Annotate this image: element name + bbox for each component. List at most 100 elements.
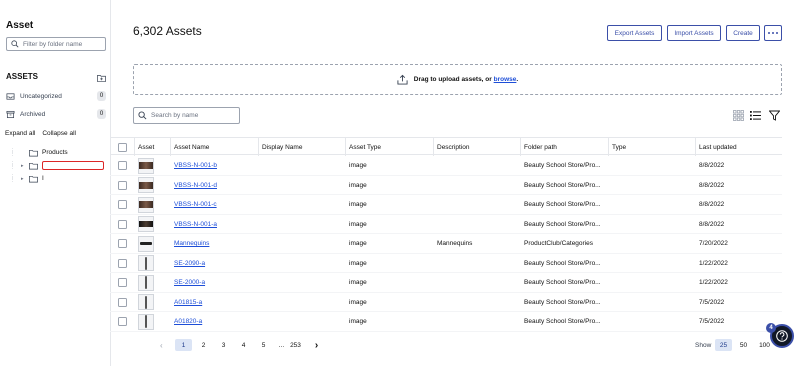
create-button[interactable]: Create [726,25,760,41]
column-header[interactable]: Asset [134,138,170,156]
column-header[interactable]: Last updated [695,138,782,156]
table-row[interactable]: A01820-a image Beauty School Store/Pro... 7… [110,312,782,332]
asset-thumbnail-cell [138,215,154,234]
asset-name-link[interactable]: VBSS-N-001-b [174,156,217,175]
tree-item-products[interactable]: ⋮ ⋮ Products [10,147,68,158]
row-checkbox[interactable] [117,200,127,209]
asset-thumbnail[interactable] [138,157,154,174]
next-page-icon[interactable]: › [308,339,325,351]
column-header[interactable]: Type [608,138,695,156]
grid-view-icon[interactable] [733,110,744,121]
asset-type-cell: image [349,318,367,325]
column-header[interactable]: Asset Type [345,138,433,156]
page-button[interactable]: 3 [215,339,232,351]
folder-path-cell: Beauty School Store/Pro... [524,220,601,228]
table-row[interactable]: SE-2090-a image Beauty School Store/Pro...… [110,254,782,273]
asset-thumbnail-cell [138,195,154,214]
asset-name-link[interactable]: SE-2000-a [174,273,205,292]
row-select-cell [110,312,134,331]
prev-page-icon[interactable]: ‹ [160,339,163,351]
asset-thumbnail[interactable] [138,216,154,232]
import-assets-button[interactable]: Import Assets [667,25,721,41]
search-field[interactable] [133,107,240,124]
row-checkbox[interactable] [117,161,127,170]
table-row[interactable]: Mannequins image Mannequins ProductClub/Cat… [110,234,782,254]
expand-all-link[interactable]: Expand all [5,130,35,137]
row-select-cell [110,215,134,234]
sidebar-item-label: Uncategorized [20,92,62,100]
asset-name-link[interactable]: A01815-a [174,293,202,312]
add-folder-icon[interactable] [97,74,106,82]
asset-thumbnail[interactable] [138,274,154,291]
asset-name-link[interactable]: A01820-a [174,312,202,331]
browse-link[interactable]: browse [494,76,517,83]
row-checkbox[interactable] [117,239,127,248]
page-button[interactable]: 5 [255,339,272,351]
table-row[interactable]: A01815-a image Beauty School Store/Pro... 7… [110,293,782,312]
tree-item-new-folder[interactable]: ⋮ ⋮ ▸ [10,160,104,171]
list-view-icon[interactable] [750,110,761,121]
asset-thumbnail[interactable] [138,177,154,193]
drag-handle-icon[interactable]: ⋮ ⋮ [10,174,15,182]
drag-handle-icon[interactable]: ⋮ ⋮ [10,161,15,169]
upload-icon [397,74,408,85]
table-row[interactable]: VBSS-N-001-d image Beauty School Store/Pro… [110,176,782,195]
asset-name-link[interactable]: SE-2090-a [174,254,205,273]
folder-name-input[interactable] [42,161,104,170]
table-row[interactable]: VBSS-N-001-a image Beauty School Store/Pro… [110,215,782,234]
sidebar-item-uncategorized[interactable]: Uncategorized 0 [6,90,106,102]
last-page-button[interactable]: 253 [287,339,304,351]
search-input[interactable] [151,112,236,119]
asset-thumbnail[interactable] [138,294,154,310]
asset-type-cell: image [349,240,367,247]
asset-name-link[interactable]: VBSS-N-001-d [174,176,217,195]
asset-name-link[interactable]: Mannequins [174,234,209,253]
table-row[interactable]: VBSS-N-001-b image Beauty School Store/Pro… [110,156,782,176]
column-header[interactable]: Folder path [520,138,608,156]
column-header[interactable]: Asset Name [170,138,258,156]
row-checkbox[interactable] [117,219,127,229]
sidebar-title: Asset [6,20,34,31]
table-row[interactable]: SE-2000-a image Beauty School Store/Pro...… [110,273,782,293]
tree-item-i[interactable]: ⋮ ⋮ ▸ I [10,173,44,184]
asset-thumbnail[interactable] [138,255,154,271]
column-header[interactable]: Display Name [258,138,345,156]
asset-thumbnail-cell [138,312,154,331]
column-header[interactable]: Description [433,138,520,156]
row-checkbox[interactable] [117,317,127,326]
drag-handle-icon[interactable]: ⋮ ⋮ [10,148,15,156]
folder-filter-field[interactable] [6,37,106,51]
collapse-all-link[interactable]: Collapse all [42,130,76,137]
more-options-button[interactable] [764,25,782,41]
row-checkbox[interactable] [117,297,127,307]
row-checkbox[interactable] [117,258,127,268]
folder-path-cell: ProductClub/Categories [524,240,594,247]
asset-thumbnail[interactable] [138,196,154,213]
select-all-checkbox[interactable] [117,142,127,152]
sidebar-item-archived[interactable]: Archived 0 [6,108,106,120]
table-row[interactable]: VBSS-N-001-c image Beauty School Store/Pro… [110,195,782,215]
chevron-right-icon[interactable]: ▸ [21,163,29,169]
page-size-option[interactable]: 25 [715,339,732,351]
asset-thumbnail[interactable] [138,235,154,252]
page-button[interactable]: 2 [195,339,212,351]
page-button[interactable]: 4 [235,339,252,351]
chevron-right-icon[interactable]: ▸ [21,176,29,182]
page-button[interactable]: 1 [175,339,192,351]
row-checkbox[interactable] [117,180,127,190]
upload-dropzone[interactable]: Drag to upload assets, or browse. [133,64,782,95]
asset-name-link[interactable]: VBSS-N-001-c [174,195,217,214]
row-select-cell [110,234,134,253]
asset-thumbnail[interactable] [138,313,154,330]
asset-name-link[interactable]: VBSS-N-001-a [174,215,217,234]
export-assets-button[interactable]: Export Assets [607,25,662,41]
row-select-cell [110,254,134,273]
archive-icon [6,110,15,118]
last-updated-cell: 8/8/2022 [699,201,725,208]
row-checkbox[interactable] [117,278,127,287]
filter-icon[interactable] [769,110,780,121]
help-icon [776,330,788,342]
asset-thumbnail-cell [138,156,154,175]
folder-filter-input[interactable] [23,40,103,48]
page-size-option[interactable]: 50 [735,339,752,351]
